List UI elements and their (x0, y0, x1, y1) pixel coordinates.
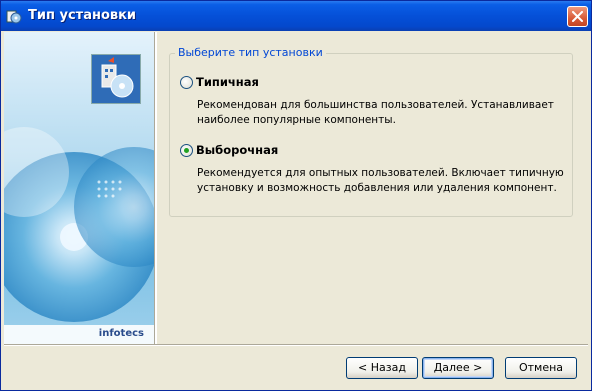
groupbox-legend: Выберите тип установки (175, 46, 326, 59)
back-button[interactable]: < Назад (346, 357, 418, 379)
custom-description: Рекомендуется для опытных пользователей.… (197, 166, 567, 196)
typical-label[interactable]: Типичная (196, 75, 259, 89)
custom-radio[interactable] (180, 144, 193, 157)
typical-description-line-1: Рекомендован для большинства пользовател… (197, 99, 554, 111)
typical-description-line-2: наиболее популярные компоненты. (197, 114, 396, 126)
close-icon (572, 11, 583, 22)
brand-strip: infotecs (4, 325, 154, 344)
title-bar[interactable]: Тип установки (1, 1, 591, 31)
wizard-side-image: infotecs (4, 32, 154, 344)
footer-separator (4, 344, 588, 346)
cancel-button[interactable]: Отмена (505, 357, 577, 379)
close-button[interactable] (567, 6, 588, 27)
setup-app-icon (6, 8, 22, 24)
window-title: Тип установки (28, 8, 137, 23)
brand-logo: infotecs (98, 328, 144, 339)
installer-icon (91, 54, 141, 104)
radio-selected-dot (184, 148, 189, 153)
side-image-divider (154, 32, 157, 344)
setup-dialog: Тип установки infotecs Выберите тип уста… (0, 0, 592, 391)
custom-description-line-2: установку и возможность добавления или у… (197, 182, 557, 194)
typical-radio[interactable] (180, 76, 193, 89)
custom-description-line-1: Рекомендуется для опытных пользователей.… (197, 167, 564, 179)
typical-description: Рекомендован для большинства пользовател… (197, 98, 567, 128)
next-button[interactable]: Далее > (422, 357, 494, 379)
custom-label[interactable]: Выборочная (196, 143, 278, 157)
